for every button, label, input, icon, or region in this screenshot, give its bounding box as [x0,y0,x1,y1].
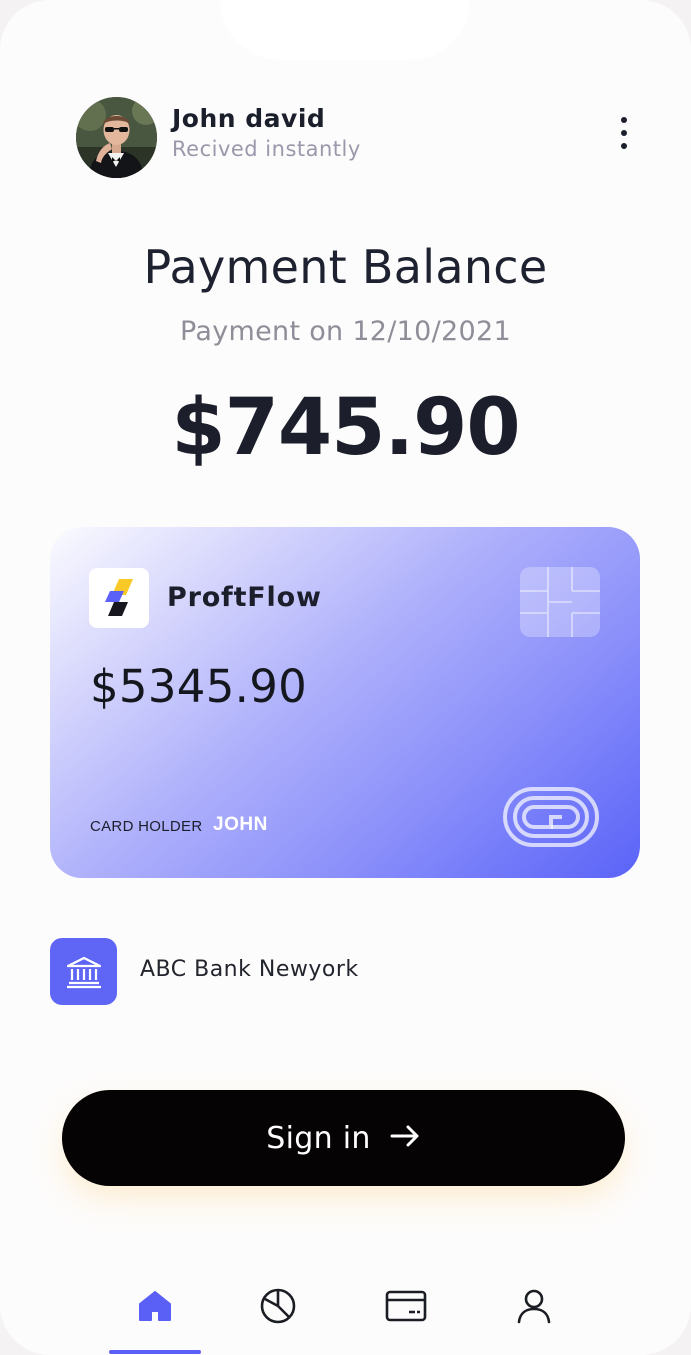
payment-card[interactable]: ProftFlow $5345.90 CARD HOLDER JOHN [50,527,640,878]
more-vertical-icon-dot [621,130,627,136]
card-balance: $5345.90 [90,660,308,713]
app-screen: John david Recived instantly Payment Bal… [0,0,691,1355]
more-vertical-icon-dot [621,143,627,149]
user-icon [517,1289,551,1324]
balance-amount: $745.90 [171,383,520,473]
card-network-logo-icon [502,786,600,848]
arrow-right-icon [389,1124,421,1153]
more-options-button[interactable] [604,110,644,156]
nav-item-profile[interactable] [504,1280,564,1332]
page-title: Payment Balance [143,240,548,294]
pie-chart-icon [260,1288,296,1324]
user-status: Recived instantly [172,137,361,161]
credit-card-icon [385,1290,427,1322]
more-vertical-icon [621,117,627,123]
nav-item-analytics[interactable] [248,1280,308,1332]
active-tab-indicator [109,1350,201,1354]
card-holder-label: CARD HOLDER [90,818,203,835]
card-chip-icon [520,567,600,637]
user-name: John david [172,104,326,133]
sign-in-button[interactable]: Sign in [62,1090,625,1186]
card-holder-name: JOHN [213,814,268,835]
payment-date: Payment on 12/10/2021 [180,316,511,347]
bank-icon [50,938,117,1005]
avatar[interactable] [76,97,157,178]
card-brand-name: ProftFlow [167,582,322,613]
nav-item-home[interactable] [125,1280,185,1332]
home-icon [139,1291,171,1321]
top-notch-shadow [220,0,470,60]
bank-name[interactable]: ABC Bank Newyork [140,957,359,982]
nav-item-cards[interactable] [376,1280,436,1332]
sign-in-label: Sign in [266,1120,371,1156]
brand-logo-icon [89,568,149,628]
